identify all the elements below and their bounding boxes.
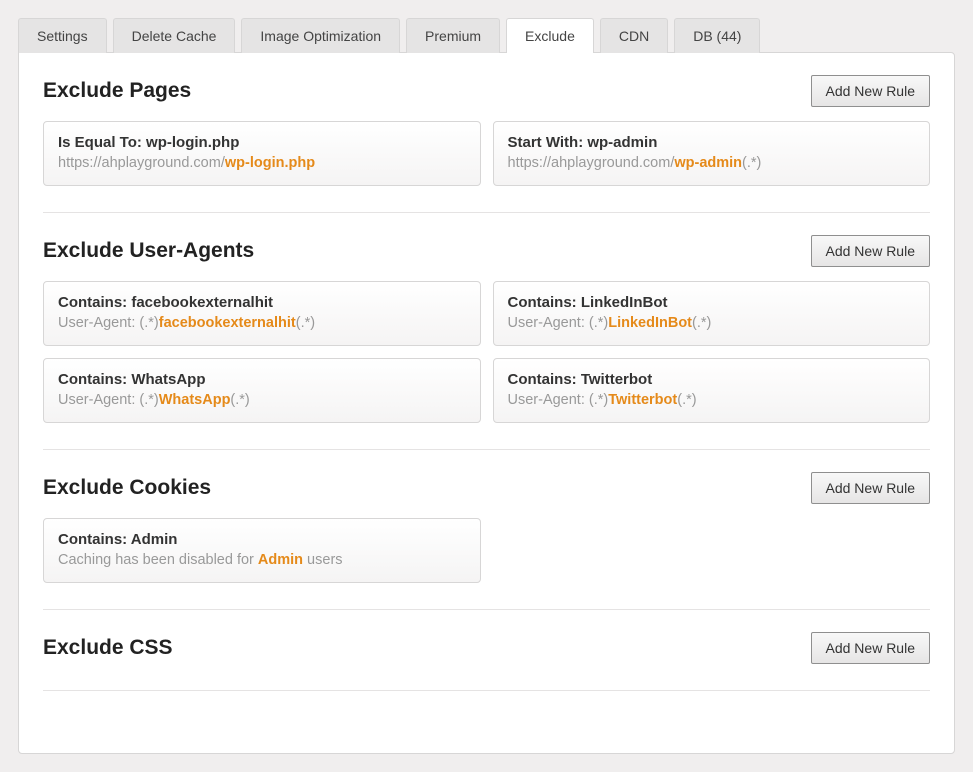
rule-title: Is Equal To: wp-login.php — [58, 134, 466, 151]
rule-title: Contains: facebookexternalhit — [58, 294, 466, 311]
section-title-user-agents: Exclude User-Agents — [43, 239, 254, 263]
rule-sub: User-Agent: (.*)Twitterbot(.*) — [508, 392, 916, 408]
tab-premium[interactable]: Premium — [406, 18, 500, 53]
add-rule-css-button[interactable]: Add New Rule — [811, 632, 931, 664]
tab-delete-cache[interactable]: Delete Cache — [113, 18, 236, 53]
rule-card[interactable]: Contains: Twitterbot User-Agent: (.*)Twi… — [493, 358, 931, 423]
section-title-css: Exclude CSS — [43, 636, 173, 660]
section-exclude-pages: Exclude Pages Add New Rule Is Equal To: … — [43, 75, 930, 186]
rule-sub: Caching has been disabled for Admin user… — [58, 552, 466, 568]
rule-card[interactable]: Is Equal To: wp-login.php https://ahplay… — [43, 121, 481, 186]
rule-sub: User-Agent: (.*)WhatsApp(.*) — [58, 392, 466, 408]
rule-card[interactable]: Start With: wp-admin https://ahplaygroun… — [493, 121, 931, 186]
tab-cdn[interactable]: CDN — [600, 18, 668, 53]
tab-settings[interactable]: Settings — [18, 18, 107, 53]
rule-title: Contains: LinkedInBot — [508, 294, 916, 311]
rule-title: Contains: Twitterbot — [508, 371, 916, 388]
rule-title: Start With: wp-admin — [508, 134, 916, 151]
panel-exclude: Exclude Pages Add New Rule Is Equal To: … — [18, 52, 955, 754]
section-title-pages: Exclude Pages — [43, 79, 191, 103]
tab-db[interactable]: DB (44) — [674, 18, 760, 53]
rule-card[interactable]: Contains: facebookexternalhit User-Agent… — [43, 281, 481, 346]
rule-sub: https://ahplayground.com/wp-admin(.*) — [508, 155, 916, 171]
divider — [43, 212, 930, 213]
section-exclude-css: Exclude CSS Add New Rule — [43, 632, 930, 664]
tabs: Settings Delete Cache Image Optimization… — [18, 0, 955, 53]
tab-exclude[interactable]: Exclude — [506, 18, 594, 53]
rule-card[interactable]: Contains: WhatsApp User-Agent: (.*)Whats… — [43, 358, 481, 423]
section-exclude-cookies: Exclude Cookies Add New Rule Contains: A… — [43, 472, 930, 583]
rule-sub: https://ahplayground.com/wp-login.php — [58, 155, 466, 171]
divider — [43, 449, 930, 450]
rule-title: Contains: WhatsApp — [58, 371, 466, 388]
add-rule-cookies-button[interactable]: Add New Rule — [811, 472, 931, 504]
add-rule-pages-button[interactable]: Add New Rule — [811, 75, 931, 107]
add-rule-user-agents-button[interactable]: Add New Rule — [811, 235, 931, 267]
section-exclude-user-agents: Exclude User-Agents Add New Rule Contain… — [43, 235, 930, 423]
section-title-cookies: Exclude Cookies — [43, 476, 211, 500]
rule-sub: User-Agent: (.*)facebookexternalhit(.*) — [58, 315, 466, 331]
rule-card[interactable]: Contains: Admin Caching has been disable… — [43, 518, 481, 583]
rule-title: Contains: Admin — [58, 531, 466, 548]
rule-card[interactable]: Contains: LinkedInBot User-Agent: (.*)Li… — [493, 281, 931, 346]
tab-image-optimization[interactable]: Image Optimization — [241, 18, 400, 53]
divider — [43, 690, 930, 691]
rule-sub: User-Agent: (.*)LinkedInBot(.*) — [508, 315, 916, 331]
divider — [43, 609, 930, 610]
